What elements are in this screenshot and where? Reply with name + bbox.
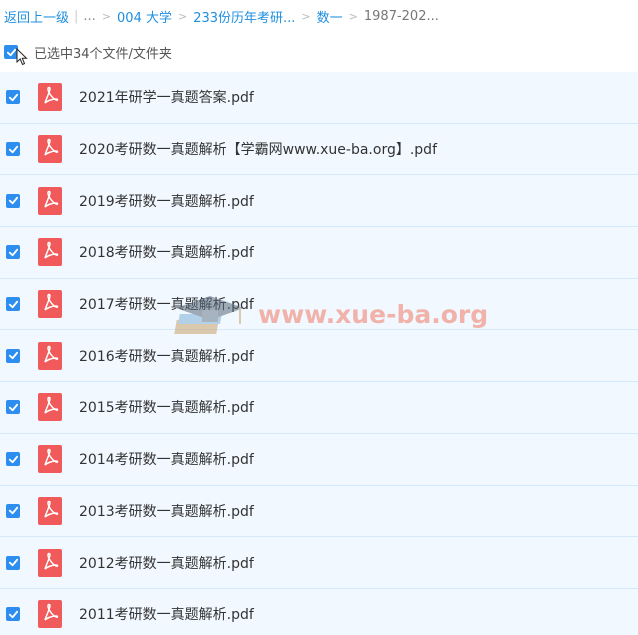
file-row[interactable]: 2015考研数一真题解析.pdf (0, 382, 638, 434)
file-row[interactable]: 2018考研数一真题解析.pdf (0, 227, 638, 279)
pdf-file-icon (38, 290, 62, 319)
checkmark-icon (8, 610, 18, 618)
file-checkbox[interactable] (6, 245, 20, 260)
file-name[interactable]: 2016考研数一真题解析.pdf (79, 346, 254, 366)
file-name[interactable]: 2015考研数一真题解析.pdf (79, 397, 254, 417)
checkmark-icon (8, 93, 18, 102)
file-name[interactable]: 2011考研数一真题解析.pdf (79, 604, 254, 624)
file-checkbox[interactable] (6, 607, 20, 622)
selection-count-label: 已选中34个文件/文件夹 (34, 46, 172, 62)
file-row[interactable]: 2019考研数一真题解析.pdf (0, 175, 638, 228)
pdf-file-icon (38, 341, 62, 370)
breadcrumb-current: 1987-202... (363, 8, 439, 24)
file-row[interactable]: 2013考研数一真题解析.pdf (0, 485, 638, 538)
file-checkbox[interactable] (6, 142, 20, 157)
pdf-file-icon (38, 135, 62, 164)
checkmark-icon (8, 455, 18, 463)
file-row[interactable]: 2021年研学一真题答案.pdf (0, 72, 638, 124)
checkmark-icon (8, 558, 18, 567)
back-link[interactable]: 返回上一级 (4, 7, 69, 26)
file-name[interactable]: 2018考研数一真题解析.pdf (79, 242, 254, 262)
file-checkbox[interactable] (6, 193, 20, 208)
file-list: 2021年研学一真题答案.pdf 2020考研数一真题解析【学霸网www.xue-… (0, 72, 638, 635)
file-row[interactable]: 2020考研数一真题解析【学霸网www.xue-ba.org】.pdf (0, 123, 638, 176)
file-name[interactable]: 2017考研数一真题解析.pdf (79, 294, 254, 314)
chevron-right-icon: > (348, 9, 358, 23)
file-checkbox[interactable] (6, 503, 20, 518)
chevron-right-icon: > (177, 9, 188, 23)
checkmark-icon (8, 300, 18, 308)
breadcrumb-item[interactable]: 数一 (317, 7, 343, 26)
file-checkbox[interactable] (6, 400, 20, 415)
file-name[interactable]: 2012考研数一真题解析.pdf (79, 553, 254, 573)
breadcrumb: 返回上一级 | ... > 004 大学 > 233份历年考研... > 数一 … (4, 6, 439, 26)
file-row[interactable]: 2016考研数一真题解析.pdf (0, 330, 638, 383)
breadcrumb-ellipsis[interactable]: ... (83, 9, 95, 24)
file-name[interactable]: 2019考研数一真题解析.pdf (79, 191, 254, 211)
checkmark-icon (8, 352, 18, 360)
file-checkbox[interactable] (6, 452, 20, 467)
file-row[interactable]: 2014考研数一真题解析.pdf (0, 433, 638, 486)
file-name[interactable]: 2013考研数一真题解析.pdf (79, 501, 254, 521)
chevron-right-icon: > (301, 9, 311, 23)
file-checkbox[interactable] (6, 297, 20, 312)
file-checkbox[interactable] (6, 348, 20, 363)
file-checkbox[interactable] (6, 90, 20, 105)
file-row[interactable]: 2012考研数一真题解析.pdf (0, 537, 638, 589)
breadcrumb-item[interactable]: 233份历年考研... (193, 7, 295, 26)
pdf-file-icon (38, 393, 62, 422)
file-name[interactable]: 2021年研学一真题答案.pdf (79, 87, 254, 107)
checkmark-icon (6, 48, 16, 56)
pdf-file-icon (38, 445, 62, 474)
pdf-file-icon (38, 83, 62, 112)
mouse-cursor-icon (16, 48, 28, 66)
checkmark-icon (8, 507, 18, 515)
checkmark-icon (8, 197, 18, 205)
pdf-file-icon (38, 496, 62, 525)
file-row[interactable]: 2011考研数一真题解析.pdf (0, 588, 638, 635)
checkmark-icon (8, 403, 18, 412)
selection-bar: 已选中34个文件/文件夹 (4, 42, 172, 62)
pdf-file-icon (38, 238, 62, 267)
breadcrumb-item[interactable]: 004 大学 (117, 7, 172, 26)
pdf-file-icon (38, 600, 62, 629)
file-name[interactable]: 2014考研数一真题解析.pdf (79, 449, 254, 469)
file-checkbox[interactable] (6, 555, 20, 570)
checkmark-icon (8, 248, 18, 257)
breadcrumb-divider: | (74, 8, 79, 24)
checkmark-icon (8, 145, 18, 153)
file-row[interactable]: 2017考研数一真题解析.pdf (0, 278, 638, 331)
pdf-file-icon (38, 548, 62, 577)
file-name[interactable]: 2020考研数一真题解析【学霸网www.xue-ba.org】.pdf (79, 139, 437, 159)
chevron-right-icon: > (101, 9, 112, 23)
pdf-file-icon (38, 186, 62, 215)
